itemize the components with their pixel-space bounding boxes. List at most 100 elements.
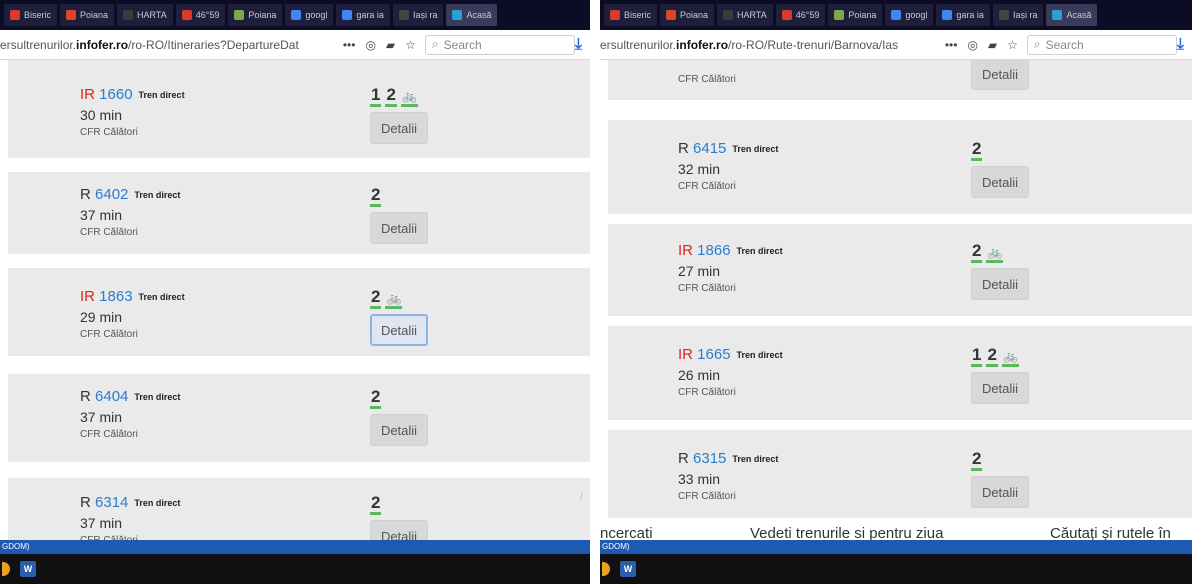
details-button[interactable]: Detalii	[370, 414, 428, 446]
reader-icon[interactable]: ▰	[988, 38, 997, 52]
pocket-icon[interactable]: ◎	[365, 38, 375, 52]
train-card: CFR Călători Detalii	[608, 60, 1192, 100]
browser-tab[interactable]: Acasă	[1046, 4, 1098, 26]
download-icon[interactable]: ⤓	[575, 36, 582, 54]
operator-name: CFR Călători	[678, 181, 736, 192]
direct-train-label: Tren direct	[138, 292, 185, 303]
class-badge: 2	[971, 242, 983, 263]
page-actions-icon[interactable]: •••	[945, 38, 958, 52]
train-number-link[interactable]: 1660	[99, 86, 132, 103]
travel-duration: 37 min	[80, 207, 123, 223]
train-category: IR	[678, 242, 693, 259]
reader-icon[interactable]: ▰	[386, 38, 395, 52]
details-button[interactable]: Detalii	[971, 372, 1029, 404]
class-badge: 2	[385, 86, 397, 107]
bookmark-star-icon[interactable]: ☆	[1007, 38, 1018, 52]
details-button[interactable]: Detalii	[971, 60, 1029, 90]
download-icon[interactable]: ⤓	[1177, 36, 1184, 54]
tab-label: 46°59	[195, 10, 220, 20]
class-badge: 2	[971, 140, 983, 161]
travel-duration: 32 min	[678, 161, 721, 177]
tab-favicon-icon	[891, 10, 902, 20]
direct-train-label: Tren direct	[134, 498, 181, 509]
browser-tab[interactable]: HARTA	[717, 4, 773, 26]
travel-duration: 26 min	[678, 367, 721, 383]
train-title: IR 1866 Tren direct	[678, 242, 783, 259]
train-number-link[interactable]: 1863	[99, 288, 132, 305]
train-number-link[interactable]: 6402	[95, 186, 128, 203]
browser-tab[interactable]: Acasă	[446, 4, 498, 26]
browser-tab[interactable]: Poiana	[60, 4, 115, 26]
browser-tab[interactable]: Poiana	[828, 4, 883, 26]
firefox-taskbar-icon[interactable]	[2, 562, 10, 576]
train-title: R 6315 Tren direct	[678, 450, 778, 467]
details-button[interactable]: Detalii	[971, 166, 1029, 198]
train-card: IR 1866 Tren direct 27 min CFR Călători 2 🚲 De…	[608, 224, 1192, 316]
browser-tab[interactable]: Iași ra	[392, 4, 444, 26]
tab-bar: Biseric Poiana HARTA 46°59 Poiana googl gara i…	[600, 0, 1192, 30]
details-button[interactable]: Detalii	[370, 314, 428, 346]
train-card: R 6314Tren direct37 minCFR Călători2Deta…	[8, 478, 590, 540]
class-badge: 2	[370, 388, 382, 409]
tab-label: HARTA	[737, 10, 767, 20]
search-placeholder: Search	[443, 37, 482, 52]
details-button[interactable]: Detalii	[971, 268, 1029, 300]
details-button[interactable]: Detalii	[370, 112, 428, 144]
train-number-link[interactable]: 1665	[697, 346, 730, 363]
tab-bar: Biseric Poiana HARTA 46°59 Poiana googl gara i…	[0, 0, 590, 30]
tab-favicon-icon	[398, 10, 409, 20]
class-badge: 2	[370, 288, 382, 309]
word-taskbar-icon[interactable]: W	[20, 561, 36, 577]
train-card: R 6402 Tren direct 37 min CFR Călători 2 Deta…	[8, 172, 590, 254]
firefox-taskbar-icon[interactable]	[602, 562, 610, 576]
tab-favicon-icon	[123, 10, 134, 20]
browser-tab[interactable]: googl	[885, 4, 934, 26]
browser-tab[interactable]: 46°59	[775, 4, 826, 26]
browser-tab[interactable]: gara ia	[936, 4, 990, 26]
details-button[interactable]: Detalii	[370, 520, 428, 540]
tab-favicon-icon	[66, 10, 77, 20]
browser-tab[interactable]: Biseric	[4, 4, 58, 26]
train-category: R	[678, 140, 689, 157]
pocket-icon[interactable]: ◎	[967, 38, 977, 52]
train-card: IR 1863 Tren direct 29 min CFR Călători 2 🚲 De…	[8, 268, 590, 356]
train-number-link[interactable]: 1866	[697, 242, 730, 259]
tab-label: 46°59	[795, 10, 820, 20]
browser-tab[interactable]: gara ia	[336, 4, 390, 26]
train-number-link[interactable]: 6315	[693, 450, 726, 467]
train-category: IR	[80, 288, 95, 305]
class-badge: 1	[370, 86, 382, 107]
train-number-link[interactable]: 6314	[95, 494, 128, 511]
class-badge: 1	[971, 346, 983, 367]
url-field[interactable]: ersultrenurilor.infofer.ro/ro-RO/Itinera…	[0, 38, 338, 52]
bicycle-icon: 🚲	[1001, 348, 1019, 367]
scrollbar[interactable]: /	[580, 492, 583, 503]
url-field[interactable]: ersultrenurilor.infofer.ro/ro-RO/Rute-tr…	[600, 38, 940, 52]
browser-tab[interactable]: googl	[285, 4, 334, 26]
browser-tab[interactable]: Biseric	[604, 4, 658, 26]
train-number-link[interactable]: 6404	[95, 388, 128, 405]
details-button[interactable]: Detalii	[971, 476, 1029, 508]
direct-train-label: Tren direct	[732, 144, 779, 155]
page-actions-icon[interactable]: •••	[343, 38, 356, 52]
word-taskbar-icon[interactable]: W	[620, 561, 636, 577]
operator-name: CFR Călători	[678, 387, 736, 398]
travel-duration: 29 min	[80, 309, 123, 325]
browser-tab[interactable]: Poiana	[228, 4, 283, 26]
browser-tab[interactable]: Poiana	[660, 4, 715, 26]
tab-label: Biseric	[624, 10, 652, 20]
train-category: R	[678, 450, 689, 467]
bookmark-star-icon[interactable]: ☆	[405, 38, 416, 52]
train-title: R 6314 Tren direct	[80, 494, 180, 511]
browser-tab[interactable]: HARTA	[117, 4, 173, 26]
browser-tab[interactable]: Iași ra	[992, 4, 1044, 26]
search-input[interactable]: ⌕ Search	[1026, 34, 1177, 55]
tab-label: Acasă	[1066, 10, 1092, 20]
tab-label: Poiana	[80, 10, 109, 20]
status-bar: GDOM)	[0, 540, 590, 554]
browser-tab[interactable]: 46°59	[175, 4, 226, 26]
tab-favicon-icon	[234, 10, 245, 20]
train-number-link[interactable]: 6415	[693, 140, 726, 157]
search-input[interactable]: ⌕ Search	[424, 34, 575, 55]
details-button[interactable]: Detalii	[370, 212, 428, 244]
